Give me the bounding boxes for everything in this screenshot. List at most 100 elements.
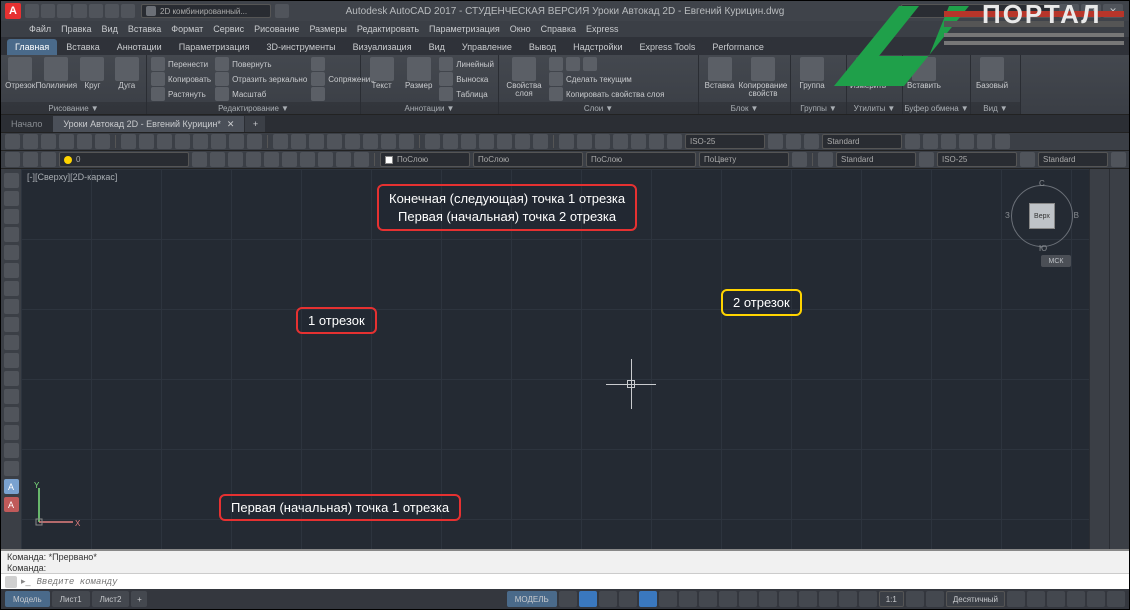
layout-tab-add[interactable]: + [131,591,147,607]
tool-icon[interactable] [533,134,548,149]
ribbon-tab-output[interactable]: Вывод [521,39,564,55]
tool-icon[interactable] [345,134,360,149]
anno-text-button[interactable]: Текст [365,57,398,90]
tool-icon[interactable] [23,152,38,167]
tool-icon[interactable] [995,134,1010,149]
tool-icon[interactable] [497,134,512,149]
tool-icon[interactable] [577,134,592,149]
color-combo[interactable]: ПоСлою [380,152,470,167]
modify-copy-button[interactable]: Копировать [151,72,211,86]
tool-icon[interactable] [425,134,440,149]
tool-icon[interactable] [309,134,324,149]
file-tab-start[interactable]: Начало [1,116,53,132]
panel-modify-label[interactable]: Редактирование ▼ [147,102,360,114]
status-track-icon[interactable] [659,591,677,607]
status-custom-icon[interactable] [1107,591,1125,607]
status-gizmo-icon[interactable] [819,591,837,607]
menu-file[interactable]: Файл [29,24,51,34]
tool-icon[interactable] [399,134,414,149]
menu-window[interactable]: Окно [510,24,531,34]
tool-icon[interactable] [4,443,19,458]
tool-icon[interactable] [461,134,476,149]
tool-icon[interactable] [300,152,315,167]
tool-icon[interactable] [121,134,136,149]
tool-icon[interactable] [792,152,807,167]
tool-icon[interactable] [363,134,378,149]
viewport-label[interactable]: [-][Сверху][2D-каркас] [27,172,117,182]
status-annomon-icon[interactable] [839,591,857,607]
qat-dropdown-icon[interactable] [275,4,289,18]
tool-icon[interactable] [95,134,110,149]
textstyle-combo[interactable]: Standard [822,134,902,149]
panel-draw-label[interactable]: Рисование ▼ [1,102,146,114]
tool-icon[interactable] [327,134,342,149]
status-dyn-icon[interactable] [679,591,697,607]
tool-icon[interactable] [4,245,19,260]
menu-dimension[interactable]: Размеры [309,24,346,34]
block-insert-button[interactable]: Вставка [703,57,736,90]
menu-edit[interactable]: Правка [61,24,91,34]
modify-stretch-button[interactable]: Растянуть [151,87,211,101]
tool-icon[interactable] [139,134,154,149]
tool-icon[interactable] [4,461,19,476]
tool-icon[interactable] [977,134,992,149]
tool-icon[interactable] [959,134,974,149]
layer-properties-button[interactable]: Свойства слоя [503,57,545,98]
status-units-icon[interactable] [926,591,944,607]
tool-icon[interactable] [157,134,172,149]
tool-icon[interactable] [479,134,494,149]
status-scale-combo[interactable]: 1:1 [879,591,904,607]
qat-saveas-icon[interactable] [73,4,87,18]
viewcube[interactable]: Верх С Ю В З [1007,181,1077,251]
tool-icon[interactable] [246,152,261,167]
status-polar-icon[interactable] [619,591,637,607]
tool-icon[interactable] [1111,152,1126,167]
panel-annotation-label[interactable]: Аннотации ▼ [361,102,498,114]
menu-help[interactable]: Справка [541,24,576,34]
qat-undo-icon[interactable] [105,4,119,18]
status-lock-icon[interactable] [1027,591,1045,607]
qat-redo-icon[interactable] [121,4,135,18]
ribbon-tab-insert[interactable]: Вставка [58,39,107,55]
tool-icon[interactable] [919,152,934,167]
text-tool-icon[interactable]: A [4,479,19,494]
linetype-combo[interactable]: ПоСлою [586,152,696,167]
anno-dim-button[interactable]: Размер [402,57,435,90]
status-model-button[interactable]: МОДЕЛЬ [507,591,557,607]
workspace-combo[interactable]: 2D комбинированный... [141,4,271,18]
baseview-button[interactable]: Базовый [975,57,1009,90]
menu-parametric[interactable]: Параметризация [429,24,500,34]
tool-icon[interactable] [818,152,833,167]
tool-icon[interactable] [273,134,288,149]
tool-icon[interactable] [193,134,208,149]
tool-icon[interactable] [613,134,628,149]
menu-format[interactable]: Формат [171,24,203,34]
tool-icon[interactable] [229,134,244,149]
tool-icon[interactable] [1020,152,1035,167]
group-button[interactable]: Группа [795,57,829,90]
menu-draw[interactable]: Рисование [254,24,299,34]
ribbon-tab-express[interactable]: Express Tools [632,39,704,55]
ribbon-tab-manage[interactable]: Управление [454,39,520,55]
block-matchprop-button[interactable]: Копирование свойств [740,57,786,98]
tool-icon[interactable] [4,407,19,422]
tool-icon[interactable] [4,209,19,224]
menu-tools[interactable]: Сервис [213,24,244,34]
panel-layers-label[interactable]: Слои ▼ [499,102,698,114]
tool-icon[interactable] [4,371,19,386]
tool-icon[interactable] [4,227,19,242]
tool-icon[interactable] [77,134,92,149]
status-ortho-icon[interactable] [599,591,617,607]
tool-icon[interactable] [4,191,19,206]
tool-icon[interactable] [41,134,56,149]
tool-icon[interactable] [41,152,56,167]
draw-line-button[interactable]: Отрезок [5,57,35,90]
ucs-badge[interactable]: МСК [1041,255,1071,267]
tool-icon[interactable] [905,134,920,149]
tool-icon[interactable] [768,134,783,149]
tool-icon[interactable] [804,134,819,149]
tool-icon[interactable] [649,134,664,149]
modify-move-button[interactable]: Перенести [151,57,211,71]
status-cycle-icon[interactable] [739,591,757,607]
lineweight-combo[interactable]: ПоСлою [473,152,583,167]
